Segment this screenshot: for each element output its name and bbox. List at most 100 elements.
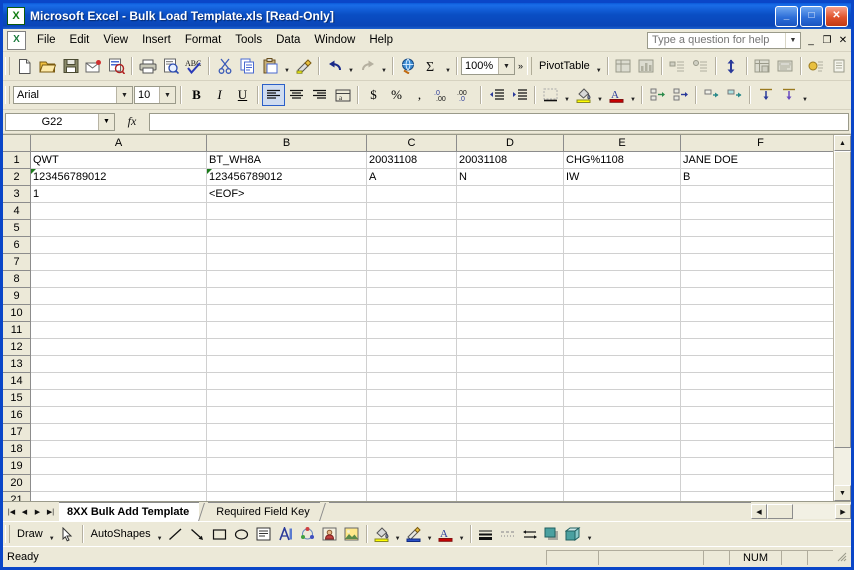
shadow-style-icon[interactable] (541, 524, 563, 545)
cell-F8[interactable] (681, 271, 833, 288)
autosum-icon[interactable]: Σ (420, 55, 443, 77)
menu-tools[interactable]: Tools (228, 31, 269, 49)
align-top-icon[interactable] (754, 84, 777, 106)
cell-E4[interactable] (564, 203, 681, 220)
cell-C13[interactable] (367, 356, 457, 373)
chevron-down-icon[interactable]: ▼ (498, 58, 514, 74)
cell-D21[interactable] (457, 492, 564, 501)
cell-E9[interactable] (564, 288, 681, 305)
cell-A19[interactable] (31, 458, 207, 475)
cell-F3[interactable] (681, 186, 833, 203)
ask-a-question-box[interactable]: ▼ (647, 31, 801, 49)
pivot-doc-icon[interactable] (828, 55, 851, 77)
cell-E21[interactable] (564, 492, 681, 501)
cell-A1[interactable]: QWT (31, 152, 207, 169)
cell-A18[interactable] (31, 441, 207, 458)
underline-button[interactable]: U (231, 84, 254, 106)
cell-B17[interactable] (207, 424, 367, 441)
cell-F15[interactable] (681, 390, 833, 407)
next-sheet-button[interactable]: ▶ (31, 504, 44, 519)
cell-C9[interactable] (367, 288, 457, 305)
always-display-icon[interactable] (805, 55, 828, 77)
pivot-wizard-icon[interactable] (612, 55, 635, 77)
cell-E18[interactable] (564, 441, 681, 458)
cut-icon[interactable] (213, 55, 236, 77)
cell-D19[interactable] (457, 458, 564, 475)
cell-B9[interactable] (207, 288, 367, 305)
column-header-c[interactable]: C (367, 135, 457, 152)
row-header-16[interactable]: 16 (3, 407, 31, 424)
fill-color-icon[interactable] (371, 524, 393, 545)
vertical-scroll-track[interactable] (834, 151, 851, 485)
cell-F16[interactable] (681, 407, 833, 424)
cell-C20[interactable] (367, 475, 457, 492)
cell-C8[interactable] (367, 271, 457, 288)
cell-E11[interactable] (564, 322, 681, 339)
decrease-indent-icon[interactable] (485, 84, 508, 106)
chevron-down-icon[interactable]: ▼ (116, 87, 132, 103)
minimize-button[interactable]: _ (775, 5, 798, 27)
cell-B19[interactable] (207, 458, 367, 475)
restore-button[interactable]: □ (800, 5, 823, 27)
cell-A14[interactable] (31, 373, 207, 390)
align-bottom-icon[interactable] (777, 84, 800, 106)
oval-icon[interactable] (231, 524, 253, 545)
field-list-icon[interactable] (751, 55, 774, 77)
cell-D13[interactable] (457, 356, 564, 373)
format-painter-icon[interactable] (292, 55, 315, 77)
cell-E6[interactable] (564, 237, 681, 254)
fill-color-dropdown-icon[interactable]: ▼ (393, 520, 403, 548)
pivottable-menu[interactable]: PivotTable (535, 60, 594, 72)
row-header-7[interactable]: 7 (3, 254, 31, 271)
font-size-combo[interactable]: 10 ▼ (134, 86, 176, 104)
3d-style-icon[interactable] (563, 524, 585, 545)
cell-B13[interactable] (207, 356, 367, 373)
row-header-3[interactable]: 3 (3, 186, 31, 203)
name-box[interactable]: G22 ▼ (5, 112, 115, 131)
cell-E12[interactable] (564, 339, 681, 356)
spelling-icon[interactable]: ABC (182, 55, 205, 77)
cell-A5[interactable] (31, 220, 207, 237)
increase-indent-icon[interactable] (508, 84, 531, 106)
row-header-10[interactable]: 10 (3, 305, 31, 322)
autosum-dropdown-icon[interactable]: ▼ (443, 52, 453, 80)
wordart-icon[interactable] (275, 524, 297, 545)
font-color-dropdown-icon[interactable]: ▼ (628, 81, 638, 109)
ask-a-question-input[interactable] (648, 33, 785, 47)
draw-dropdown-icon[interactable]: ▼ (47, 520, 57, 548)
cell-D18[interactable] (457, 441, 564, 458)
fill-color-icon[interactable] (572, 84, 595, 106)
cell-D17[interactable] (457, 424, 564, 441)
menu-format[interactable]: Format (178, 31, 228, 49)
document-minimize-button[interactable]: _ (803, 32, 819, 48)
cell-D11[interactable] (457, 322, 564, 339)
cell-D3[interactable] (457, 186, 564, 203)
cell-A3[interactable]: 1 (31, 186, 207, 203)
row-header-17[interactable]: 17 (3, 424, 31, 441)
chevron-down-icon[interactable]: ▼ (159, 87, 175, 103)
cell-A8[interactable] (31, 271, 207, 288)
decrease-font-icon[interactable] (646, 84, 669, 106)
row-header-8[interactable]: 8 (3, 271, 31, 288)
draw-menu[interactable]: Draw (13, 528, 47, 540)
increase-font-icon[interactable] (669, 84, 692, 106)
increase-decimal-icon[interactable]: .0.00 (431, 84, 454, 106)
email-icon[interactable] (82, 55, 105, 77)
cell-A21[interactable] (31, 492, 207, 501)
cell-C12[interactable] (367, 339, 457, 356)
rectangle-icon[interactable] (209, 524, 231, 545)
cell-D15[interactable] (457, 390, 564, 407)
formula-input[interactable] (149, 112, 849, 131)
paste-icon[interactable] (259, 55, 282, 77)
cell-B5[interactable] (207, 220, 367, 237)
row-header-4[interactable]: 4 (3, 203, 31, 220)
format-report-icon[interactable] (774, 55, 797, 77)
cell-E3[interactable] (564, 186, 681, 203)
cell-E20[interactable] (564, 475, 681, 492)
decrease-indent-alt-icon[interactable] (700, 84, 723, 106)
fill-color-dropdown-icon[interactable]: ▼ (595, 81, 605, 109)
font-name-combo[interactable]: Arial ▼ (13, 86, 133, 104)
copy-icon[interactable] (236, 55, 259, 77)
cell-F9[interactable] (681, 288, 833, 305)
cell-B21[interactable] (207, 492, 367, 501)
